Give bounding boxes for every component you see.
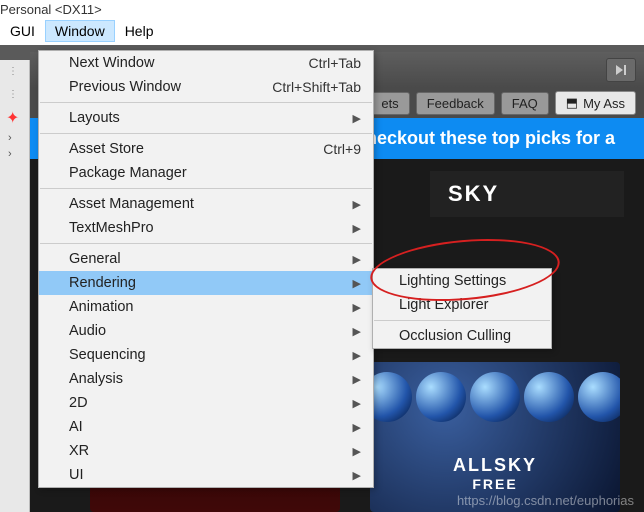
sky-category-header: SKY <box>430 171 624 217</box>
submenu-light-explorer[interactable]: Light Explorer <box>373 293 551 317</box>
menu-textmeshpro[interactable]: TextMeshPro ▶ <box>39 216 373 240</box>
chevron-right-icon: ▶ <box>353 421 361 434</box>
card-title: ALLSKY FREE <box>453 455 537 492</box>
asset-card-allsky-free[interactable]: ALLSKY FREE <box>370 362 620 512</box>
menu-package-manager[interactable]: Package Manager <box>39 161 373 185</box>
chevron-right-icon: ▶ <box>353 222 361 235</box>
menu-gui[interactable]: GUI <box>0 20 45 42</box>
menu-rendering[interactable]: Rendering ▶ <box>39 271 373 295</box>
menu-animation[interactable]: Animation ▶ <box>39 295 373 319</box>
menu-general[interactable]: General ▶ <box>39 247 373 271</box>
menu-analysis[interactable]: Analysis ▶ <box>39 367 373 391</box>
shortcut: Ctrl+9 <box>323 141 361 157</box>
menu-ui[interactable]: UI ▶ <box>39 463 373 487</box>
submenu-occlusion-culling[interactable]: Occlusion Culling <box>373 324 551 348</box>
menu-previous-window[interactable]: Previous Window Ctrl+Shift+Tab <box>39 75 373 99</box>
shortcut: Ctrl+Shift+Tab <box>272 79 361 95</box>
menu-audio[interactable]: Audio ▶ <box>39 319 373 343</box>
handle-icon[interactable]: ⋮ <box>0 60 29 83</box>
chevron-right-icon: ▶ <box>353 445 361 458</box>
chevron-right-icon: ▶ <box>353 277 361 290</box>
menu-xr[interactable]: XR ▶ <box>39 439 373 463</box>
feedback-button[interactable]: Feedback <box>416 92 495 115</box>
chevron-right-icon: ▶ <box>353 373 361 386</box>
chevron-right-icon[interactable]: › <box>0 146 29 162</box>
chevron-right-icon: ▶ <box>353 325 361 338</box>
menu-asset-store[interactable]: Asset Store Ctrl+9 <box>39 137 373 161</box>
menu-next-window[interactable]: Next Window Ctrl+Tab <box>39 51 373 75</box>
chevron-right-icon: ▶ <box>353 397 361 410</box>
menu-help[interactable]: Help <box>115 20 164 42</box>
menu-bar: GUI Window Help <box>0 17 644 45</box>
rendering-submenu: Lighting Settings Light Explorer Occlusi… <box>372 268 552 349</box>
skip-icon[interactable] <box>606 58 636 82</box>
menu-sequencing[interactable]: Sequencing ▶ <box>39 343 373 367</box>
shortcut: Ctrl+Tab <box>308 55 361 71</box>
window-menu-dropdown: Next Window Ctrl+Tab Previous Window Ctr… <box>38 50 374 488</box>
my-assets-button[interactable]: ⬒ My Ass <box>555 91 636 115</box>
menu-asset-management[interactable]: Asset Management ▶ <box>39 192 373 216</box>
menu-layouts[interactable]: Layouts ▶ <box>39 106 373 130</box>
favorite-icon[interactable]: ✦ <box>0 106 29 130</box>
tab-ets[interactable]: ets <box>370 92 409 115</box>
handle-icon[interactable]: ⋮ <box>0 83 29 106</box>
chevron-right-icon: ▶ <box>353 198 361 211</box>
download-icon: ⬒ <box>566 95 578 111</box>
watermark: https://blog.csdn.net/euphorias <box>457 493 634 508</box>
chevron-right-icon: ▶ <box>353 112 361 125</box>
menu-ai[interactable]: AI ▶ <box>39 415 373 439</box>
faq-button[interactable]: FAQ <box>501 92 549 115</box>
chevron-right-icon: ▶ <box>353 469 361 482</box>
sphere-preview <box>370 372 620 422</box>
chevron-right-icon: ▶ <box>353 301 361 314</box>
left-gutter: ⋮ ⋮ ✦ › › <box>0 60 30 512</box>
menu-window[interactable]: Window <box>45 20 115 42</box>
title-bar: Personal <DX11> <box>0 0 644 17</box>
menu-2d[interactable]: 2D ▶ <box>39 391 373 415</box>
chevron-right-icon[interactable]: › <box>0 130 29 146</box>
title-text: Personal <DX11> <box>0 2 102 17</box>
submenu-lighting-settings[interactable]: Lighting Settings <box>373 269 551 293</box>
chevron-right-icon: ▶ <box>353 349 361 362</box>
chevron-right-icon: ▶ <box>353 253 361 266</box>
